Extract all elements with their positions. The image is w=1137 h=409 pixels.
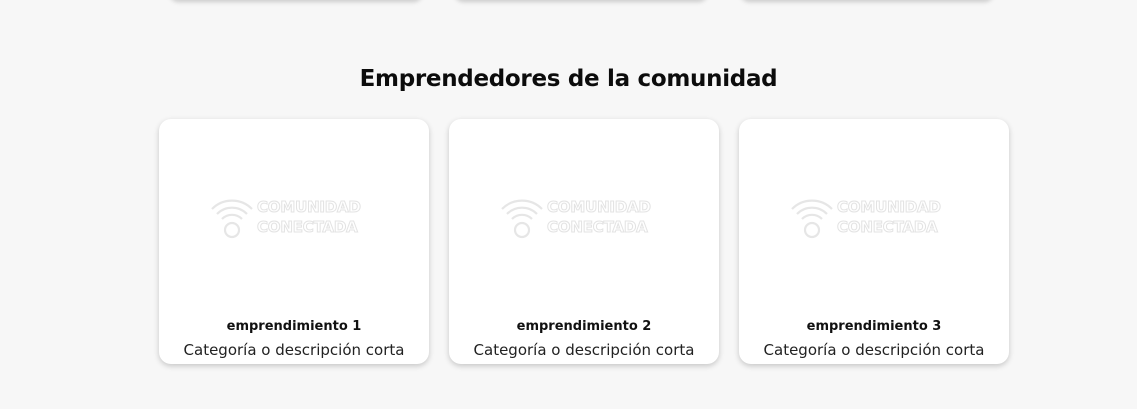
entrepreneur-card[interactable]: COMUNIDAD CONECTADA emprendimiento 2 Cat… — [449, 119, 719, 364]
page: Emprendedores de la comunidad COMUNIDAD … — [0, 0, 1137, 409]
logo-line-1: COMUNIDAD — [837, 198, 942, 217]
wifi-icon — [791, 199, 833, 239]
card-title: emprendimiento 2 — [516, 319, 652, 334]
card-description: Categoría o descripción corta — [763, 341, 985, 359]
card-description: Categoría o descripción corta — [183, 341, 405, 359]
logo-line-2: CONECTADA — [547, 218, 649, 237]
entrepreneur-card[interactable]: COMUNIDAD CONECTADA emprendimiento 1 Cat… — [159, 119, 429, 364]
logo-line-1: COMUNIDAD — [547, 198, 652, 217]
logo-line-1: COMUNIDAD — [257, 198, 362, 217]
wifi-icon — [211, 199, 253, 239]
logo-line-2: CONECTADA — [837, 218, 939, 237]
wifi-icon — [501, 199, 543, 239]
card-description: Categoría o descripción corta — [473, 341, 695, 359]
card-title: emprendimiento 1 — [226, 319, 362, 334]
entrepreneur-card[interactable]: COMUNIDAD CONECTADA emprendimiento 3 Cat… — [739, 119, 1009, 364]
section-title: Emprendedores de la comunidad — [359, 66, 778, 92]
logo-line-2: CONECTADA — [257, 218, 359, 237]
card-logo: COMUNIDAD CONECTADA — [499, 191, 669, 239]
card-logo: COMUNIDAD CONECTADA — [209, 191, 379, 239]
card-logo: COMUNIDAD CONECTADA — [789, 191, 959, 239]
card-title: emprendimiento 3 — [806, 319, 942, 334]
